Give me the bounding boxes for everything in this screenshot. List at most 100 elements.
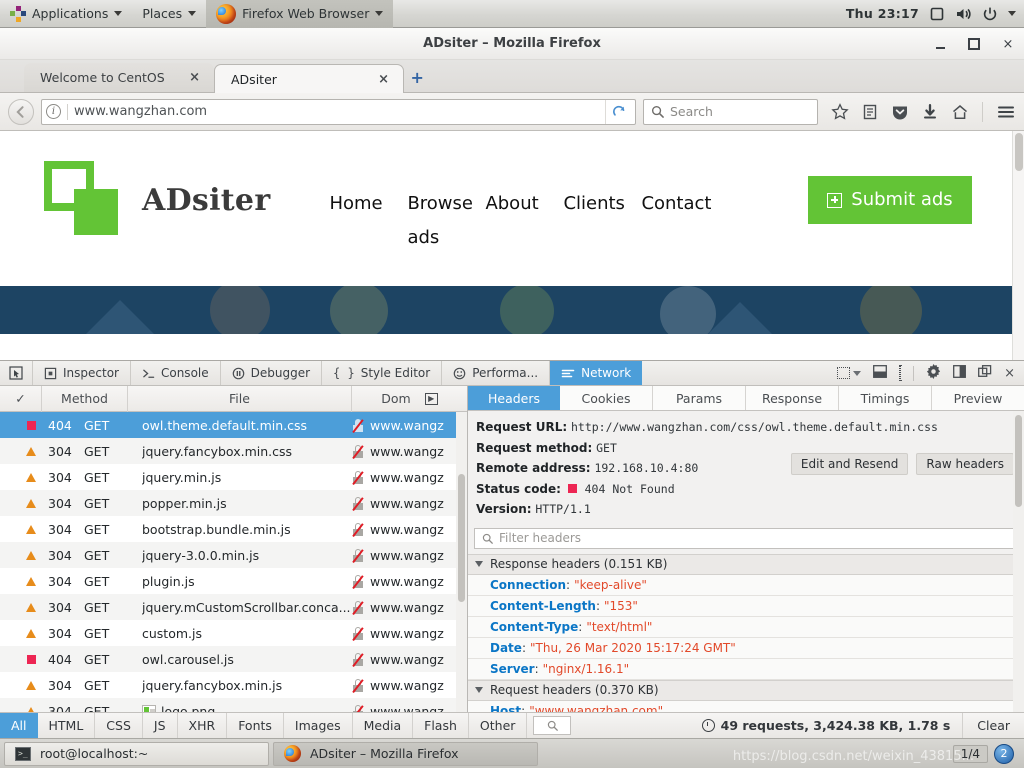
close-button[interactable]: ×: [1000, 36, 1016, 52]
site-logo[interactable]: ADsiter: [44, 161, 270, 239]
filter-search-input[interactable]: [533, 716, 572, 735]
table-row[interactable]: 304 GET jquery.fancybox.min.css www.wang…: [0, 438, 467, 464]
table-row[interactable]: 304 GET bootstrap.bundle.min.js www.wang…: [0, 516, 467, 542]
table-row[interactable]: 304 GET jquery-3.0.0.min.js www.wangz: [0, 542, 467, 568]
tab-network[interactable]: Network: [550, 361, 643, 385]
table-row[interactable]: 304 GET custom.js www.wangz: [0, 620, 467, 646]
filter-all[interactable]: All: [0, 713, 38, 738]
tab-params[interactable]: Params: [653, 386, 746, 410]
responsive-design-button[interactable]: [837, 367, 862, 379]
nav-link-browse-ads[interactable]: Browse ads: [394, 187, 473, 255]
filter-other[interactable]: Other: [469, 713, 528, 738]
page-scrollbar[interactable]: [1012, 131, 1024, 360]
header-row[interactable]: Content-Length: "153": [468, 595, 1024, 617]
column-header-method[interactable]: Method: [42, 385, 128, 412]
header-row[interactable]: Date: "Thu, 26 Mar 2020 15:17:24 GMT": [468, 637, 1024, 659]
tab-response[interactable]: Response: [746, 386, 839, 410]
downloads-icon[interactable]: [922, 103, 938, 121]
filter-xhr[interactable]: XHR: [178, 713, 228, 738]
close-devtools-button[interactable]: ×: [1004, 366, 1015, 381]
places-menu[interactable]: Places: [132, 0, 206, 28]
tab-welcome-to-centos[interactable]: Welcome to CentOS ×: [24, 63, 214, 92]
workspace-badge[interactable]: 2: [994, 743, 1014, 764]
tab-adsiter[interactable]: ADsiter ×: [214, 64, 404, 93]
identity-info-icon[interactable]: i: [46, 104, 61, 119]
column-header-check[interactable]: ✓: [0, 385, 42, 412]
filter-flash[interactable]: Flash: [413, 713, 469, 738]
response-headers-group[interactable]: Response headers (0.151 KB): [468, 553, 1024, 575]
tab-close-icon[interactable]: ×: [376, 73, 391, 86]
edit-and-resend-button[interactable]: Edit and Resend: [790, 453, 909, 475]
header-row[interactable]: Connection: "keep-alive": [468, 574, 1024, 596]
applications-menu[interactable]: Applications: [0, 0, 132, 28]
nav-link-contact[interactable]: Contact: [628, 187, 711, 255]
clear-button[interactable]: Clear: [962, 713, 1024, 738]
url-bar[interactable]: i www.wangzhan.com: [41, 98, 636, 125]
new-tab-button[interactable]: +: [404, 63, 430, 92]
nav-link-clients[interactable]: Clients: [550, 187, 628, 255]
filter-media[interactable]: Media: [353, 713, 414, 738]
tab-preview[interactable]: Preview: [932, 386, 1024, 410]
taskbar-item-terminal[interactable]: >_ root@localhost:~: [4, 741, 269, 766]
element-picker-button[interactable]: [0, 361, 33, 385]
request-headers-group[interactable]: Request headers (0.370 KB): [468, 679, 1024, 701]
panel-clock[interactable]: Thu 23:17: [846, 6, 919, 21]
tab-debugger[interactable]: Debugger: [221, 361, 323, 385]
active-app-menu[interactable]: Firefox Web Browser: [206, 0, 394, 28]
tab-timings[interactable]: Timings: [839, 386, 932, 410]
header-row[interactable]: Host: "www.wangzhan.com": [468, 700, 1024, 712]
filter-html[interactable]: HTML: [38, 713, 96, 738]
filter-images[interactable]: Images: [284, 713, 353, 738]
home-icon[interactable]: [951, 103, 969, 121]
nav-link-home[interactable]: Home: [316, 187, 394, 255]
header-row[interactable]: Server: "nginx/1.16.1": [468, 658, 1024, 680]
separate-window-button[interactable]: [978, 365, 992, 381]
nav-link-about[interactable]: About: [472, 187, 550, 255]
raw-headers-button[interactable]: Raw headers: [916, 453, 1014, 475]
split-console-button[interactable]: [873, 365, 888, 381]
tab-style-editor[interactable]: { } Style Editor: [322, 361, 443, 385]
tab-headers[interactable]: Headers: [468, 386, 560, 410]
submit-ads-button[interactable]: Submit ads: [808, 176, 972, 224]
table-row[interactable]: 304 GET popper.min.js www.wangz: [0, 490, 467, 516]
screenshot-button[interactable]: [899, 365, 902, 381]
tab-performance[interactable]: Performa...: [442, 361, 551, 385]
header-row[interactable]: Content-Type: "text/html": [468, 616, 1024, 638]
volume-icon[interactable]: [955, 6, 972, 22]
table-row[interactable]: 304 GET plugin.js www.wangz: [0, 568, 467, 594]
maximize-button[interactable]: [966, 36, 982, 52]
bookmark-star-icon[interactable]: [831, 102, 849, 121]
table-row[interactable]: 304 GET jquery.mCustomScrollbar.conca...…: [0, 594, 467, 620]
table-row[interactable]: 304 GET jquery.fancybox.min.js www.wangz: [0, 672, 467, 698]
taskbar-item-firefox[interactable]: ADsiter – Mozilla Firefox: [273, 741, 538, 766]
minimize-button[interactable]: [932, 36, 948, 52]
column-header-dom[interactable]: Dom ▶: [352, 386, 467, 412]
dock-side-button[interactable]: [953, 365, 967, 381]
details-scrollbar[interactable]: [1013, 411, 1024, 712]
reader-icon[interactable]: [862, 103, 878, 121]
column-header-file[interactable]: File: [128, 385, 352, 412]
tab-console[interactable]: Console: [131, 361, 221, 385]
screen-icon[interactable]: [929, 6, 945, 22]
table-row[interactable]: 404 GET owl.theme.default.min.css www.wa…: [0, 412, 467, 438]
column-options-icon[interactable]: ▶: [424, 392, 438, 405]
tab-cookies[interactable]: Cookies: [560, 386, 653, 410]
back-button[interactable]: [8, 98, 34, 125]
search-bar[interactable]: Search: [643, 98, 818, 125]
table-row[interactable]: 404 GET owl.carousel.js www.wangz: [0, 646, 467, 672]
settings-button[interactable]: [926, 364, 941, 382]
request-list-scrollbar[interactable]: [456, 412, 467, 712]
filter-js[interactable]: JS: [143, 713, 178, 738]
caret-down-icon[interactable]: [1008, 11, 1016, 16]
table-row[interactable]: 304 GET jquery.min.js www.wangz: [0, 464, 467, 490]
filter-fonts[interactable]: Fonts: [227, 713, 284, 738]
table-row[interactable]: 304 GET logo.png www.wangz: [0, 698, 467, 712]
tab-inspector[interactable]: Inspector: [33, 361, 131, 385]
filter-headers-input[interactable]: Filter headers: [474, 527, 1018, 549]
pocket-icon[interactable]: [891, 103, 909, 121]
tab-close-icon[interactable]: ×: [187, 71, 202, 84]
filter-css[interactable]: CSS: [95, 713, 143, 738]
reload-icon[interactable]: [605, 99, 631, 124]
workspace-indicator[interactable]: 1/4: [952, 744, 988, 763]
menu-icon[interactable]: [996, 103, 1016, 121]
